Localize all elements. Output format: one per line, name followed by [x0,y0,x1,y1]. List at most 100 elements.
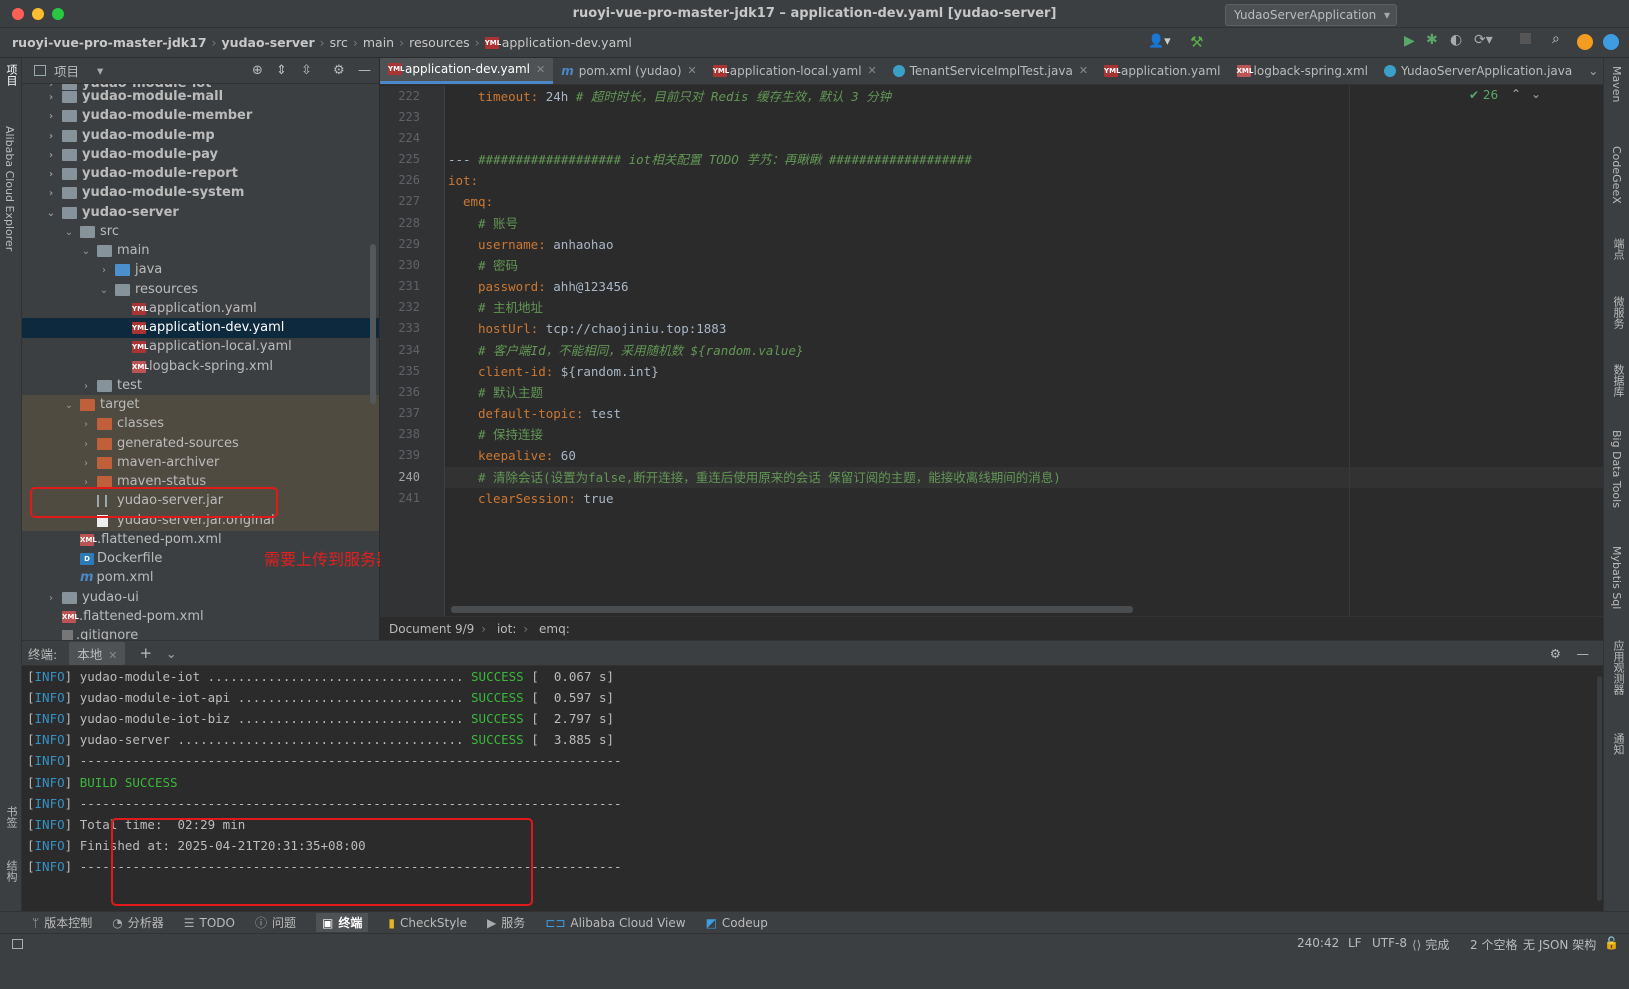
breadcrumb-module[interactable]: yudao-server [222,35,315,50]
chevron-right-icon[interactable]: › [44,146,58,166]
bigdata-tools-button[interactable]: Big Data Tools [1610,430,1623,508]
tool-version-control[interactable]: ᛘ 版本控制 [32,914,92,931]
terminal-dropdown-icon[interactable]: ⌄ [166,646,176,661]
tree-item[interactable]: ⌄ yudao-server [22,203,379,223]
tab-pom[interactable]: m pom.xml (yudao) ✕ [553,58,705,84]
tree-item[interactable]: XML.flattened-pom.xml [22,607,379,627]
user-icon[interactable]: 👤▾ [1148,34,1171,49]
chevron-right-icon[interactable]: › [97,261,111,281]
indent-setting[interactable]: 2 个空格 [1470,936,1517,953]
tool-codeup[interactable]: ◩ Codeup [706,916,768,930]
chevron-right-icon[interactable]: › [79,415,93,435]
close-icon[interactable]: ✕ [868,64,877,77]
close-window-button[interactable] [12,8,24,20]
minimize-window-button[interactable] [32,8,44,20]
next-highlight-icon[interactable]: ⌄ [1531,87,1541,101]
tab-tenant-test[interactable]: TenantServiceImplTest.java ✕ [885,58,1096,84]
tool-todo[interactable]: ☰ TODO [184,916,235,930]
project-tool-button[interactable]: 项目 [3,64,19,86]
locate-file-icon[interactable]: ⊕ [252,63,263,78]
horizontal-scrollbar[interactable] [451,606,1133,613]
terminal-scrollbar[interactable] [1597,676,1602,901]
tab-local-terminal[interactable]: 本地 ✕ [69,641,126,665]
tab-logback[interactable]: XML logback-spring.xml [1229,58,1376,84]
plugin-icon[interactable] [1603,34,1619,50]
tab-yudao-server-app[interactable]: YudaoServerApplication.java [1376,58,1580,84]
close-icon[interactable]: ✕ [1079,64,1088,77]
tool-problems[interactable]: ⓘ 问题 [255,914,296,931]
breadcrumb-iot[interactable]: iot: [497,622,516,636]
alibaba-cloud-explorer-button[interactable]: Alibaba Cloud Explorer [3,126,16,251]
tree-item[interactable]: YMLapplication.yaml [22,299,379,319]
maximize-window-button[interactable] [52,8,64,20]
tab-application[interactable]: YML application.yaml [1096,58,1229,84]
chevron-right-icon[interactable]: › [44,127,58,147]
chevron-right-icon[interactable]: › [44,589,58,609]
chevron-down-icon[interactable]: ⌄ [62,223,76,243]
close-icon[interactable]: ✕ [688,64,697,77]
mybatis-sql-button[interactable]: Mybatis Sql [1610,546,1623,609]
tree-item[interactable]: › yudao-module-system [22,183,379,203]
hide-panel-icon[interactable]: — [1577,646,1590,661]
chevron-right-icon[interactable]: › [79,435,93,455]
chevron-down-icon[interactable]: ⌄ [62,396,76,416]
tree-item[interactable]: › yudao-module-mp [22,126,379,146]
tree-item[interactable]: › yudao-ui [22,588,379,608]
panel-toggle-icon[interactable] [12,939,23,949]
tool-profiler[interactable]: ◔ 分析器 [112,914,164,931]
tree-item[interactable]: › maven-archiver [22,453,379,473]
file-encoding[interactable]: UTF-8 [1372,936,1407,950]
chevron-down-icon[interactable]: ⌄ [79,242,93,262]
structure-button[interactable]: 结构 [3,860,19,882]
vcs-status[interactable]: ⟨⟩ 完成 [1412,936,1449,953]
tab-application-local[interactable]: YML application-local.yaml ✕ [705,58,885,84]
close-icon[interactable]: ✕ [108,649,117,662]
chevron-right-icon[interactable]: › [44,184,58,204]
bookmarks-button[interactable]: 书签 [3,806,19,828]
tabs-dropdown-icon[interactable]: ⌄ [1580,58,1603,84]
expand-all-icon[interactable]: ⇕ [276,63,287,78]
tool-services[interactable]: ▶ 服务 [487,914,525,931]
codegeex-button[interactable]: CodeGeeX [1610,146,1623,204]
chevron-right-icon[interactable]: › [79,377,93,397]
tree-item[interactable]: › yudao-module-mall [22,87,379,107]
json-schema[interactable]: 无 JSON 架构 [1523,936,1596,953]
add-terminal-icon[interactable]: + [139,644,152,662]
build-hammer-icon[interactable]: ⚒ [1190,33,1203,51]
close-icon[interactable]: ✕ [536,63,545,76]
stop-icon[interactable] [1520,33,1531,44]
notifications-button[interactable]: 通知 [1610,733,1626,755]
breadcrumb-project[interactable]: ruoyi-vue-pro-master-jdk17 [12,35,207,50]
maven-button[interactable]: Maven [1610,66,1623,102]
coverage-icon[interactable]: ◐ [1450,32,1462,48]
collapse-all-icon[interactable]: ⇳ [301,63,312,78]
tree-item-selected[interactable]: YMLapplication-dev.yaml [22,318,379,338]
view-dropdown-icon[interactable]: ▾ [97,63,103,78]
chevron-down-icon[interactable]: ⌄ [44,204,58,224]
tab-application-dev[interactable]: YML application-dev.yaml ✕ [380,58,554,84]
tool-checkstyle[interactable]: ▮ CheckStyle [388,916,467,930]
tree-scrollbar[interactable] [370,244,376,404]
tree-item[interactable]: › yudao-module-pay [22,145,379,165]
hide-panel-icon[interactable]: — [358,63,371,78]
code-editor[interactable]: timeout: 24h # 超时时长，目前只对 Redis 缓存生效，默认 3… [445,86,1603,616]
tree-item[interactable]: ⌄ resources [22,280,379,300]
project-panel-title[interactable]: 项目 [54,61,79,80]
tree-item[interactable]: › classes [22,414,379,434]
lock-icon[interactable]: 🔓 [1604,936,1619,950]
breadcrumb-src[interactable]: src [330,35,348,50]
gear-icon[interactable]: ⚙ [333,63,345,78]
tree-item[interactable]: YMLapplication-local.yaml [22,337,379,357]
tree-item[interactable]: XMLlogback-spring.xml [22,357,379,377]
chevron-right-icon[interactable]: › [44,88,58,108]
tree-item[interactable]: ⌄ main [22,241,379,261]
tool-alibaba-cloud-view[interactable]: ⊏⊐ Alibaba Cloud View [545,916,685,930]
chevron-right-icon[interactable]: › [44,165,58,185]
chevron-down-icon[interactable]: ⌄ [97,281,111,301]
chevron-right-icon[interactable]: › [79,454,93,474]
document-indicator[interactable]: Document 9/9 [389,622,474,636]
line-separator[interactable]: LF [1348,936,1362,950]
tree-item[interactable]: › test [22,376,379,396]
gear-icon[interactable]: ⚙ [1550,646,1561,661]
breadcrumb-resources[interactable]: resources [409,35,470,50]
